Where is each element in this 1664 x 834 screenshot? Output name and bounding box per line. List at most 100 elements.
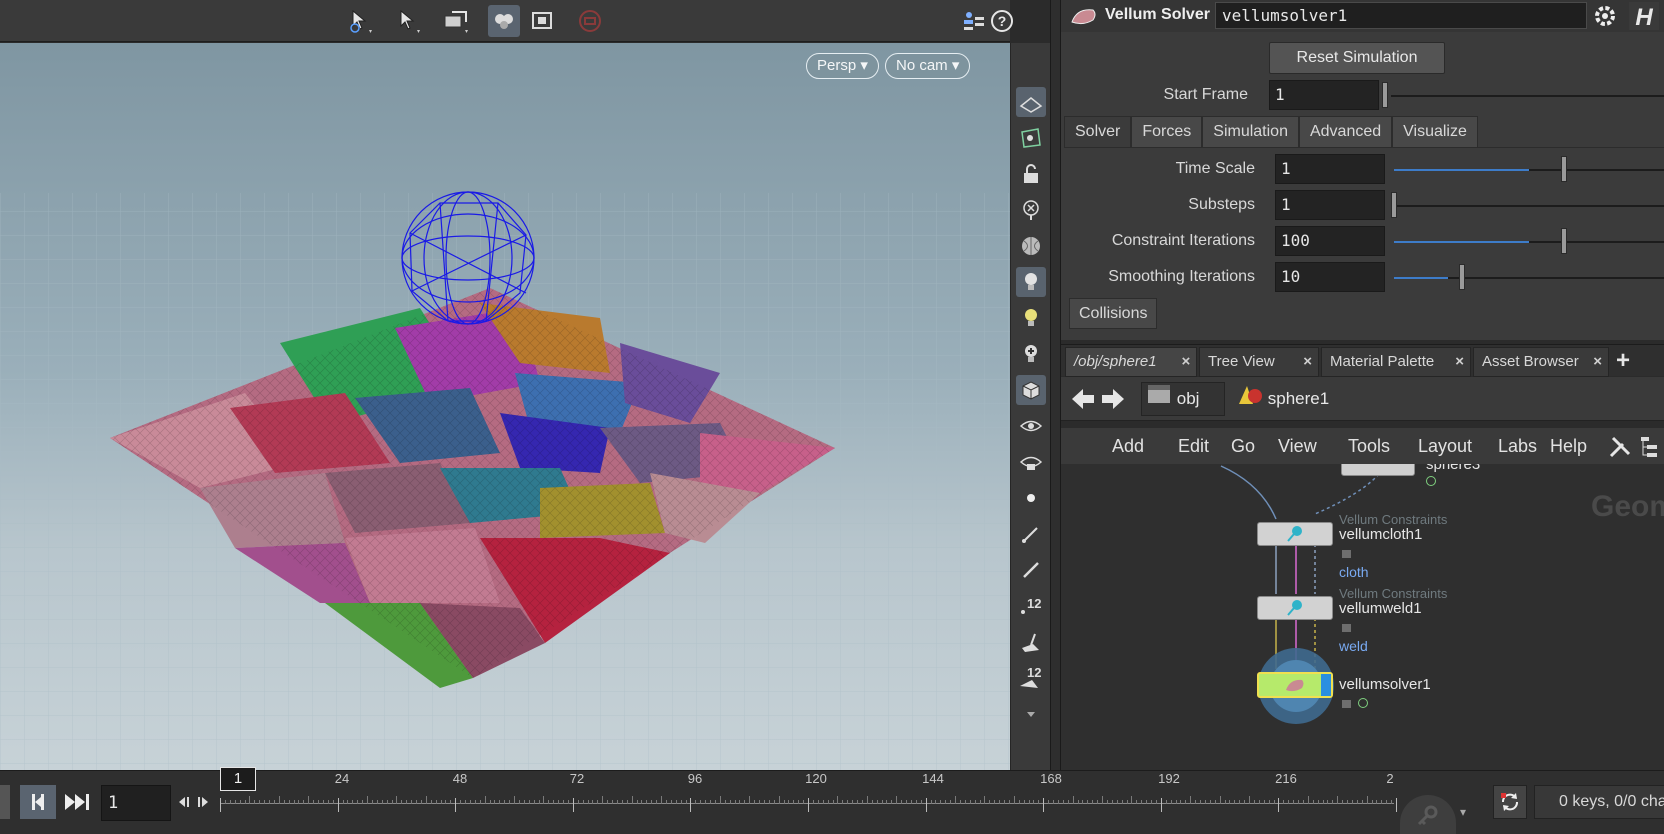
- shaded-mode-icon[interactable]: [1016, 375, 1046, 405]
- lock-flag-icon[interactable]: [1342, 550, 1351, 558]
- smoothing-iterations-slider-handle[interactable]: [1459, 264, 1465, 290]
- ghost-icon[interactable]: [1016, 123, 1046, 153]
- forward-arrow-icon[interactable]: [1099, 385, 1127, 417]
- key-icon[interactable]: [1400, 795, 1456, 834]
- substeps-field[interactable]: 1: [1275, 190, 1385, 220]
- node-sphere3[interactable]: [1341, 464, 1415, 476]
- menu-view[interactable]: View: [1278, 428, 1317, 464]
- back-arrow-icon[interactable]: [1069, 385, 1097, 417]
- add-tab-icon[interactable]: +: [1616, 347, 1630, 375]
- close-icon[interactable]: ×: [1181, 348, 1190, 376]
- time-scale-slider-handle[interactable]: [1561, 156, 1567, 182]
- scene-viewport[interactable]: Persp ▾ No cam ▾: [0, 43, 1010, 770]
- grid-toggle-icon[interactable]: [1016, 87, 1046, 117]
- add-light-icon[interactable]: [1016, 339, 1046, 369]
- close-icon[interactable]: ×: [1303, 348, 1312, 376]
- close-icon[interactable]: ×: [1593, 348, 1602, 376]
- timeline-ruler[interactable]: 1 24 48 72 96 120 144 168 192 216 2: [220, 767, 1397, 831]
- reset-simulation-button[interactable]: Reset Simulation: [1269, 42, 1445, 74]
- menu-go[interactable]: Go: [1231, 428, 1255, 464]
- collisions-folder-tab[interactable]: Collisions: [1069, 298, 1158, 329]
- current-frame-field[interactable]: 1: [101, 785, 171, 821]
- menu-labs[interactable]: Labs: [1498, 428, 1537, 464]
- primitive-numbers-icon[interactable]: 12: [1016, 663, 1046, 693]
- auto-update-icon[interactable]: [1493, 785, 1527, 819]
- substeps-slider[interactable]: [1394, 205, 1664, 207]
- frame-step-buttons[interactable]: [174, 785, 214, 819]
- jump-end-button[interactable]: [60, 785, 96, 819]
- shading-icon[interactable]: [1016, 231, 1046, 261]
- points-icon[interactable]: [1016, 483, 1046, 513]
- current-frame-marker[interactable]: 1: [220, 767, 256, 791]
- display-flag-bar[interactable]: [1321, 674, 1331, 696]
- tools-wrench-icon[interactable]: [1607, 434, 1633, 464]
- key-menu-chevron-icon[interactable]: ▾: [1460, 805, 1466, 819]
- more-tools-chevron-icon[interactable]: [1016, 699, 1046, 729]
- tab-forces[interactable]: Forces: [1131, 116, 1203, 147]
- network-editor[interactable]: Geom sphere3 Vellum Constraints vellumcl…: [1061, 464, 1664, 770]
- tab-visualize[interactable]: Visualize: [1392, 116, 1478, 147]
- close-icon[interactable]: ×: [1455, 348, 1464, 376]
- tab-asset-browser[interactable]: Asset Browser ×: [1473, 347, 1609, 377]
- node-vellumweld1[interactable]: [1257, 596, 1333, 620]
- transform-tool-icon[interactable]: [440, 5, 472, 37]
- light-icon[interactable]: [1016, 267, 1046, 297]
- help-icon[interactable]: ?: [986, 5, 1018, 37]
- lock-icon[interactable]: [1016, 159, 1046, 189]
- constraint-iterations-field[interactable]: 100: [1275, 226, 1385, 256]
- tab-solver[interactable]: Solver: [1064, 116, 1132, 147]
- tab-advanced[interactable]: Advanced: [1298, 116, 1393, 147]
- substeps-slider-handle[interactable]: [1391, 192, 1397, 218]
- start-frame-slider[interactable]: [1391, 95, 1664, 97]
- play-reverse-button[interactable]: [0, 785, 10, 819]
- lock-flag-icon[interactable]: [1342, 624, 1351, 632]
- brush-icon[interactable]: [1016, 519, 1046, 549]
- primitive-normals-icon[interactable]: [1016, 627, 1046, 657]
- persp-menu[interactable]: Persp ▾: [806, 53, 879, 79]
- houdini-help-icon[interactable]: H: [1629, 2, 1659, 34]
- tab-network-path[interactable]: /obj/sphere1 ×: [1065, 347, 1197, 377]
- ruler-tick: [357, 800, 359, 804]
- point-numbers-icon[interactable]: 12: [1016, 591, 1046, 621]
- pen-icon[interactable]: [1016, 555, 1046, 585]
- menu-layout[interactable]: Layout: [1418, 428, 1472, 464]
- node-name-field[interactable]: vellumsolver1: [1215, 2, 1587, 29]
- visibility-icon[interactable]: [1016, 411, 1046, 441]
- view-tool-icon[interactable]: [344, 5, 376, 37]
- hide-icon[interactable]: [1016, 195, 1046, 225]
- constraint-iterations-slider[interactable]: [1394, 241, 1664, 243]
- menu-add[interactable]: Add: [1112, 428, 1144, 464]
- time-scale-field[interactable]: 1: [1275, 154, 1385, 184]
- tab-tree-view[interactable]: Tree View ×: [1199, 347, 1319, 377]
- gear-icon[interactable]: [1591, 2, 1619, 34]
- breadcrumb-sphere1[interactable]: sphere1: [1229, 382, 1349, 416]
- breadcrumb-obj[interactable]: obj: [1141, 382, 1225, 416]
- stop-render-icon[interactable]: [574, 5, 606, 37]
- menu-help[interactable]: Help: [1550, 428, 1587, 464]
- start-frame-field[interactable]: 1: [1269, 80, 1379, 110]
- constraint-iterations-slider-handle[interactable]: [1561, 228, 1567, 254]
- display-flag-icon[interactable]: [1358, 698, 1368, 708]
- tree-list-icon[interactable]: [1639, 434, 1661, 464]
- start-frame-slider-handle[interactable]: [1382, 82, 1388, 108]
- select-tool-icon[interactable]: [392, 5, 424, 37]
- ruler-tick: [254, 800, 256, 804]
- menu-tools[interactable]: Tools: [1348, 428, 1390, 464]
- menu-edit[interactable]: Edit: [1178, 428, 1209, 464]
- tab-material-palette[interactable]: Material Palette ×: [1321, 347, 1471, 377]
- node-vellumsolver1[interactable]: [1257, 672, 1333, 698]
- smoothing-iterations-slider[interactable]: [1394, 277, 1664, 279]
- snapping-icon[interactable]: [488, 5, 520, 37]
- step-forward-button[interactable]: [20, 785, 56, 819]
- lock-flag-icon[interactable]: [1342, 700, 1351, 708]
- pane-divider[interactable]: [1050, 0, 1061, 770]
- smoothing-iterations-field[interactable]: 10: [1275, 262, 1385, 292]
- display-flag-icon[interactable]: [1426, 476, 1436, 486]
- camera-menu[interactable]: No cam ▾: [885, 53, 971, 79]
- tab-simulation[interactable]: Simulation: [1202, 116, 1299, 147]
- frame-view-icon[interactable]: [526, 5, 558, 37]
- time-scale-slider[interactable]: [1394, 169, 1664, 171]
- display-camera-icon[interactable]: [1016, 447, 1046, 477]
- node-vellumcloth1[interactable]: [1257, 522, 1333, 546]
- headlight-icon[interactable]: [1016, 303, 1046, 333]
